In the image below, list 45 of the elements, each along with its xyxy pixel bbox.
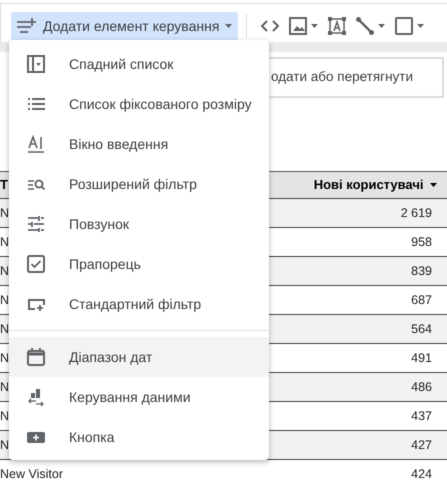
table-cell-text: N [0, 320, 10, 338]
table-cell-text: 564 [411, 320, 432, 338]
table-cell-text: 437 [411, 408, 432, 425]
add-filter-icon [17, 18, 37, 34]
table-cell-text: New Visitor [0, 466, 63, 482]
calendar-icon [27, 348, 45, 366]
text-input-icon [27, 135, 45, 153]
table-cell-text: 427 [411, 436, 432, 454]
dropdown-icon [27, 55, 45, 73]
table-cell-text: N [0, 350, 10, 367]
column-header[interactable]: Нові користувачі [314, 175, 437, 195]
checkbox-icon [27, 255, 45, 273]
menu-item[interactable]: Діапазон дат [9, 337, 269, 377]
table-cell-text: N [0, 234, 10, 251]
list-icon [27, 95, 45, 113]
table-cell-text: 687 [411, 292, 432, 309]
menu-item[interactable]: Повзунок [9, 204, 269, 244]
table-cell-text: N [0, 378, 10, 396]
menu-item[interactable]: Розширений фільтр [9, 164, 269, 204]
table-cell-text: N [0, 262, 10, 280]
add-control-button[interactable]: Додати елемент керування [11, 12, 238, 40]
menu-item[interactable]: Прапорець [9, 244, 269, 284]
table-cell-text: N [0, 436, 10, 454]
text-box-icon [328, 17, 346, 35]
column-header[interactable]: T [0, 175, 8, 195]
line-icon [356, 17, 374, 35]
table-cell-text: N [0, 204, 10, 222]
code-icon [261, 18, 280, 34]
square-icon [395, 17, 414, 35]
table-cell-text: 958 [411, 234, 432, 251]
menu-item[interactable]: Вікно введення [9, 124, 269, 164]
menu-item[interactable]: Керування даними [9, 377, 269, 417]
table-cell-text: N [0, 408, 10, 425]
table-cell-text: 491 [411, 350, 432, 367]
table-cell-text: 424 [411, 466, 432, 482]
menu-item[interactable]: Кнопка [9, 417, 269, 457]
sliders-icon [27, 215, 45, 233]
image-icon [289, 17, 308, 35]
caret-icon [225, 24, 232, 28]
chart-arrows-icon [27, 388, 45, 406]
table-cell-text: 486 [411, 378, 432, 396]
table-cell-text: 839 [411, 262, 432, 280]
table-cell-text: 2 619 [400, 204, 432, 222]
menu-item[interactable]: Стандартний фільтр [9, 284, 269, 324]
table-cell-text: N [0, 292, 10, 309]
